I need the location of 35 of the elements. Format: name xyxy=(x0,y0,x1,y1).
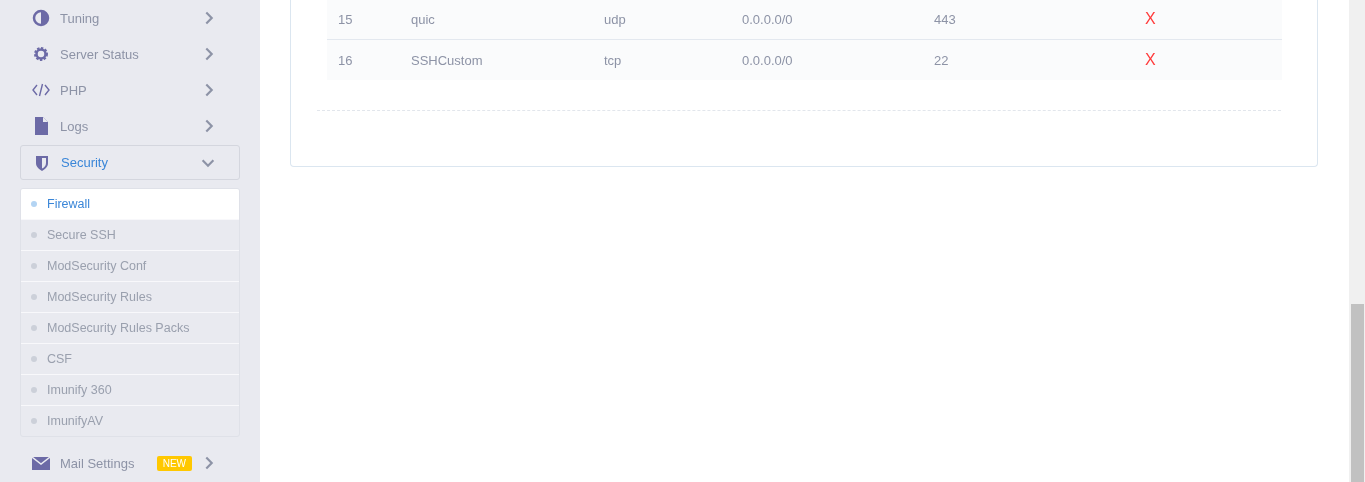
new-badge: NEW xyxy=(156,455,192,471)
table-cell-text: SSHCustom xyxy=(411,52,484,68)
scrollbar-thumb[interactable] xyxy=(1351,304,1364,482)
submenu-item[interactable]: ModSecurity Rules xyxy=(21,281,239,312)
delete-button[interactable]: X xyxy=(1145,51,1156,69)
mail-icon xyxy=(32,454,50,472)
shield-icon xyxy=(33,153,51,172)
submenu-item[interactable]: ModSecurity Rules Packs xyxy=(21,312,239,343)
table-cell-text: 15 xyxy=(338,11,354,27)
table-cell-text: udp xyxy=(604,11,627,27)
table-cell-text: 0.0.0.0/0 xyxy=(742,52,794,68)
scrollbar[interactable] xyxy=(1349,0,1365,482)
submenu-item[interactable]: ImunifyAV xyxy=(21,405,239,436)
half-icon xyxy=(32,9,50,27)
table-cell-text: quic xyxy=(411,11,436,27)
submenu-item[interactable]: Imunify 360 xyxy=(21,374,239,405)
submenu-item[interactable]: ModSecurity Conf xyxy=(21,250,239,281)
sidebar-item[interactable]: Server Status xyxy=(20,36,240,72)
sidebar-item[interactable]: Mail Settings NEW xyxy=(20,445,240,481)
submenu-item[interactable]: Secure SSH xyxy=(21,219,239,250)
table-cell-text: 16 xyxy=(338,52,354,68)
sidebar-item[interactable]: Logs xyxy=(20,108,240,144)
sidebar-item[interactable]: Security xyxy=(20,145,240,180)
table-cell-text: tcp xyxy=(604,52,623,68)
gear-icon xyxy=(32,45,50,63)
submenu-item[interactable]: CSF xyxy=(21,343,239,374)
file-icon xyxy=(32,117,50,135)
table-cell-text: 0.0.0.0/0 xyxy=(742,11,794,27)
code-icon xyxy=(32,81,50,99)
delete-button[interactable]: X xyxy=(1145,10,1156,28)
sidebar-item[interactable]: PHP xyxy=(20,72,240,108)
table-cell-text: 443 xyxy=(934,11,957,27)
table-cell-text: 22 xyxy=(934,52,950,68)
submenu-item[interactable]: Firewall xyxy=(21,189,239,219)
sidebar-item[interactable]: Tuning xyxy=(20,0,240,36)
